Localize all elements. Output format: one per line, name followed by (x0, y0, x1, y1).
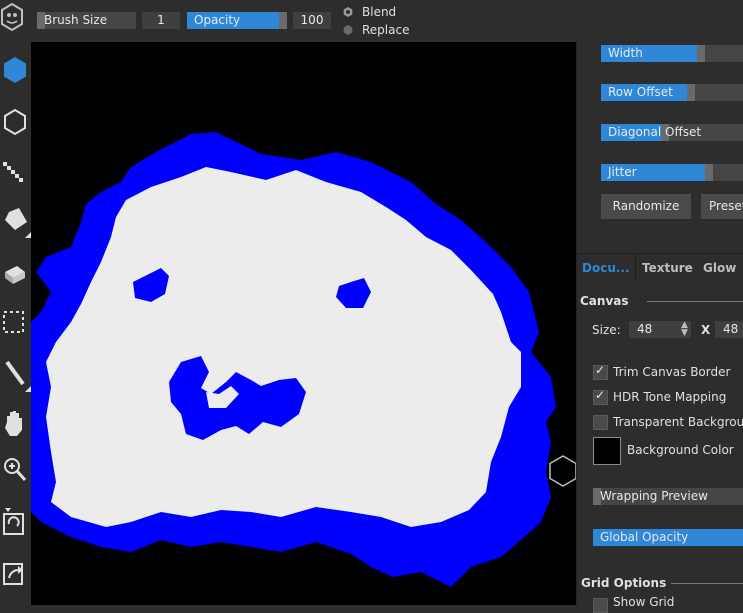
transparent-background-checkbox[interactable] (593, 415, 608, 430)
jitter-label: Jitter (608, 165, 637, 179)
rectangle-select-tool[interactable] (0, 302, 31, 342)
jitter-slider[interactable]: Jitter (601, 164, 743, 181)
paint-bucket-icon (5, 208, 31, 238)
eraser-icon (5, 266, 25, 284)
size-label: Size: (592, 323, 621, 337)
width-slider-thumb[interactable] (697, 45, 705, 62)
eraser-tool[interactable] (0, 256, 31, 296)
size-x-label: X (701, 323, 711, 337)
size-width-value: 48 (637, 322, 653, 336)
export-icon (3, 563, 23, 585)
replace-label[interactable]: Replace (362, 23, 409, 37)
hexagon-fill-tool[interactable] (0, 50, 31, 90)
brush-size-input[interactable]: 1 (142, 12, 180, 29)
hdr-tone-mapping-label[interactable]: HDR Tone Mapping (613, 390, 726, 404)
opacity-slider[interactable]: Opacity (187, 12, 287, 29)
replace-radio-icon[interactable] (343, 25, 353, 35)
blend-radio-icon[interactable] (343, 7, 353, 17)
trim-canvas-border-checkbox[interactable] (593, 363, 608, 380)
hexagon-artwork (31, 132, 556, 587)
tab-glow[interactable]: Glow (703, 257, 736, 279)
opacity-slider-thumb[interactable] (279, 12, 287, 29)
zoom-tool[interactable] (0, 450, 31, 490)
trim-canvas-border-label[interactable]: Trim Canvas Border (613, 365, 730, 379)
background-color-swatch[interactable] (593, 437, 621, 465)
width-slider[interactable]: Width (601, 45, 743, 62)
grid-options-section-title: Grid Options (581, 576, 667, 590)
row-offset-slider-thumb[interactable] (687, 84, 695, 101)
wrapping-preview-slider[interactable]: Wrapping Preview (593, 488, 743, 505)
canvas-section-line (647, 301, 743, 302)
hexagon-outline-tool[interactable] (0, 102, 31, 142)
line-tool[interactable] (0, 154, 31, 194)
app-logo-icon (0, 0, 31, 42)
randomize-button[interactable]: Randomize (601, 194, 691, 219)
diagonal-offset-label: Diagonal Offset (608, 125, 702, 139)
row-offset-slider[interactable]: Row Offset (601, 84, 743, 101)
size-height-input[interactable]: 48 (715, 321, 743, 338)
opacity-input[interactable]: 100 (293, 12, 331, 29)
tab-document[interactable]: Docu... (582, 257, 630, 279)
brush-size-label: Brush Size (44, 13, 108, 27)
global-opacity-slider[interactable]: Global Opacity (593, 529, 743, 546)
background-color-label: Background Color (627, 443, 734, 457)
diagonal-offset-slider[interactable]: Diagonal Offset (601, 124, 743, 141)
show-grid-label[interactable]: Show Grid (613, 595, 674, 609)
global-opacity-label: Global Opacity (600, 530, 689, 544)
hexagon-outline-icon (4, 108, 26, 136)
hexagon-fill-icon (4, 57, 26, 83)
row-offset-label: Row Offset (608, 85, 673, 99)
tab-texture[interactable]: Texture (642, 257, 693, 279)
size-height-value: 48 (723, 322, 739, 336)
rectangle-select-icon (3, 311, 24, 333)
line-icon (3, 162, 23, 182)
hdr-tone-mapping-checkbox[interactable] (593, 388, 608, 405)
drawing-canvas[interactable] (31, 42, 576, 605)
brush-size-slider[interactable]: Brush Size (37, 12, 136, 29)
zoom-icon (4, 458, 27, 481)
wrapping-preview-label: Wrapping Preview (600, 489, 708, 503)
eyedropper-icon (5, 360, 31, 392)
opacity-label: Opacity (194, 13, 241, 27)
presets-button[interactable]: Presets (701, 194, 743, 219)
jitter-slider-thumb[interactable] (705, 164, 713, 181)
tabs-divider (577, 253, 743, 254)
export-tool[interactable] (0, 552, 31, 592)
size-stepper-icon[interactable]: ▲ ▼ (681, 321, 688, 338)
eyedropper-tool[interactable] (0, 352, 31, 392)
rotate-tool[interactable] (0, 500, 31, 540)
canvas-section-title: Canvas (580, 294, 629, 308)
transparent-background-label[interactable]: Transparent Background (613, 415, 743, 429)
properties-panel: Width Row Offset Diagonal Offset Jitter … (576, 42, 743, 613)
hand-pan-tool[interactable] (0, 402, 31, 442)
top-toolbar: Brush Size 1 Opacity 100 Blend Replace (0, 0, 743, 42)
rotate-icon (3, 508, 24, 535)
paint-bucket-tool[interactable] (0, 198, 31, 238)
width-label: Width (608, 46, 643, 60)
grid-options-section-line (671, 583, 743, 584)
hand-pan-icon (5, 411, 22, 436)
tab-separator (635, 255, 636, 281)
blend-label[interactable]: Blend (362, 5, 396, 19)
brush-cursor-icon (549, 455, 577, 487)
show-grid-checkbox[interactable] (593, 598, 608, 613)
